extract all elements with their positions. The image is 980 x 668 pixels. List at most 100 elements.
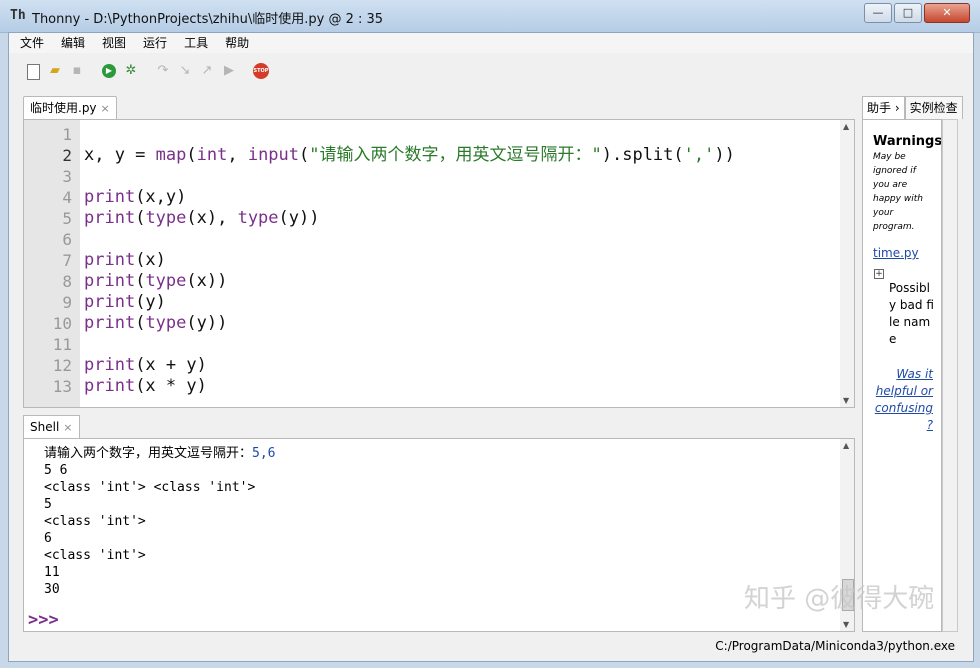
feedback-link[interactable]: Was it helpful or confusing ? [871,366,933,434]
line-number: 1 [62,125,72,144]
line-number: 9 [62,293,72,312]
window-controls: — □ ✕ [864,3,970,23]
scroll-up-icon[interactable]: ▲ [843,122,849,131]
maximize-button[interactable]: □ [894,3,922,23]
code-keyword: print [84,271,136,291]
code-token: ( [299,145,310,165]
code-text: x, y = map(int, input("请输入两个数字，用英文逗号隔开："… [84,145,735,166]
code-line[interactable]: 5 print(type(x), type(y)) [24,208,840,229]
interpreter-path[interactable]: C:/ProgramData/Miniconda3/python.exe [715,639,955,653]
editor-tab-label: 临时使用.py [30,101,97,115]
code-token: , [227,145,248,165]
code-text: print(x) [84,250,166,271]
shell-panel[interactable]: 请输入两个数字，用英文逗号隔开：5,6 5 6 <class 'int'> <cl… [23,438,855,632]
open-folder-icon[interactable]: ▰ [47,63,63,79]
menu-tools[interactable]: 工具 [173,33,214,53]
code-token: ( [135,208,146,228]
code-line[interactable]: 13 print(x * y) [24,376,840,397]
resume-icon[interactable]: ▶ [221,63,237,79]
menu-view[interactable]: 视图 [91,33,132,53]
expand-plus-icon[interactable]: + [874,269,884,279]
close-button[interactable]: ✕ [924,3,970,23]
stop-icon[interactable]: STOP [253,63,269,79]
line-number: 3 [62,167,72,186]
code-token: (x,y) [135,187,187,207]
code-keyword: type [145,271,187,291]
code-line[interactable]: 2 x, y = map(int, input("请输入两个数字，用英文逗号隔开：… [24,145,840,166]
window-title: Thonny - D:\PythonProjects\zhihu\临时使用.py… [32,12,384,27]
code-text: print(x * y) [84,376,207,397]
code-keyword: print [84,376,136,396]
code-keyword: map [155,145,187,165]
code-token: (x)) [186,271,228,291]
toolbar: ▰ ▪ ▶ ✲ ↷ ↘ ↗ ▶ STOP [9,55,973,89]
code-token: (x) [135,250,166,270]
minimize-button[interactable]: — [864,3,892,23]
menu-bar: 文件 编辑 视图 运行 工具 帮助 [9,33,973,53]
tab-assistant-label: 助手 [867,101,892,115]
watermark: 知乎 @彼得大碗 [744,584,935,614]
code-line[interactable]: 8 print(type(x)) [24,271,840,292]
new-file-icon[interactable] [25,63,41,80]
menu-edit[interactable]: 编辑 [50,33,91,53]
line-number: 5 [62,209,72,228]
save-icon[interactable]: ▪ [69,63,85,79]
tab-close-icon[interactable]: × [63,421,72,434]
code-line[interactable]: 4 print(x,y) [24,187,840,208]
menu-help[interactable]: 帮助 [214,33,255,53]
code-keyword: print [84,355,136,375]
tab-object-inspector[interactable]: 实例检查 [904,96,963,119]
shell-input-line: 请输入两个数字，用英文逗号隔开：5,6 [44,445,276,462]
step-over-icon[interactable]: ↷ [155,63,171,79]
line-number: 11 [52,335,72,354]
code-token: ( [135,313,146,333]
line-number: 2 [62,146,72,165]
shell-output-line: <class 'int'> <class 'int'> [44,480,256,495]
shell-output-line: 5 [44,497,52,512]
code-line[interactable]: 7 print(x) [24,250,840,271]
code-keyword: print [84,208,136,228]
code-token: (x + y) [135,355,207,375]
tab-assistant[interactable]: 助手 › [862,96,905,119]
shell-user-input: 5,6 [252,446,276,461]
code-keyword: input [247,145,300,165]
code-keyword: print [84,313,136,333]
code-string: "请输入两个数字，用英文逗号隔开：" [309,145,602,165]
code-line[interactable]: 12 print(x + y) [24,355,840,376]
editor-tab[interactable]: 临时使用.py × [23,96,117,119]
chevron-right-icon: › [894,101,900,115]
step-into-icon[interactable]: ↘ [177,63,193,79]
code-editor[interactable]: ▲ ▼ 1 2 x, y = map(int, input("请输入两个数字，用英文… [23,119,855,408]
scroll-down-icon[interactable]: ▼ [843,620,849,629]
code-line[interactable]: 1 [24,124,840,145]
step-out-icon[interactable]: ↗ [199,63,215,79]
status-bar: C:/ProgramData/Miniconda3/python.exe [9,637,973,659]
warning-item: Possibly bad file name [889,281,934,346]
shell-tab[interactable]: Shell × [23,415,80,438]
code-line[interactable]: 6 [24,229,840,250]
title-bar: Th Thonny - D:\PythonProjects\zhihu\临时使用… [0,0,980,33]
menu-run[interactable]: 运行 [132,33,173,53]
tab-close-icon[interactable]: × [101,102,110,115]
line-number: 8 [62,272,72,291]
file-link[interactable]: time.py [873,246,919,260]
shell-output-line: <class 'int'> [44,514,146,529]
assistant-scrollbar[interactable] [942,119,958,632]
editor-scrollbar[interactable]: ▲ ▼ [840,120,854,407]
scroll-up-icon[interactable]: ▲ [843,441,849,450]
code-line[interactable]: 9 print(y) [24,292,840,313]
menu-file[interactable]: 文件 [9,33,50,53]
code-keyword: int [196,145,228,165]
scroll-down-icon[interactable]: ▼ [843,396,849,405]
code-keyword: type [237,208,279,228]
code-token: ( [186,145,197,165]
code-text: print(type(y)) [84,313,227,334]
code-line[interactable]: 11 [24,334,840,355]
code-line[interactable]: 10 print(type(y)) [24,313,840,334]
code-line[interactable]: 3 [24,166,840,187]
debug-icon[interactable]: ✲ [123,63,139,79]
shell-prompt-text: 请输入两个数字，用英文逗号隔开： [44,446,253,461]
line-number: 6 [62,230,72,249]
run-icon[interactable]: ▶ [101,63,117,79]
thonny-app-icon: Th [10,8,26,23]
